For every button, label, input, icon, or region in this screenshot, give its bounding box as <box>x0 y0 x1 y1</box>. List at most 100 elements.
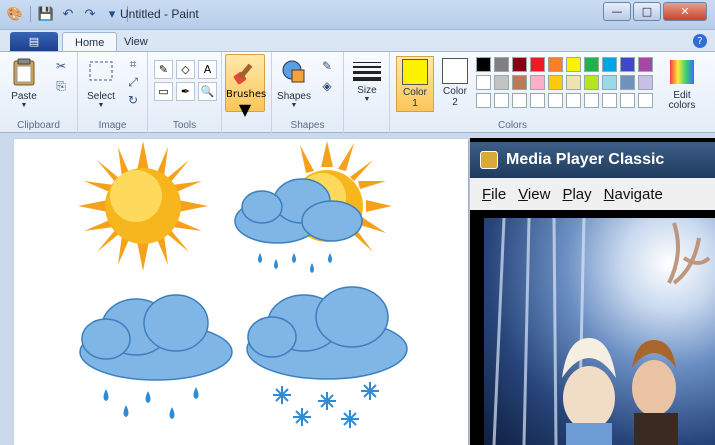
media-player-title: Media Player Classic <box>506 151 665 168</box>
palette-swatch[interactable] <box>638 75 653 90</box>
canvas-area: Media Player Classic File View Play Navi… <box>0 133 715 445</box>
crop-icon[interactable]: ⌗ <box>124 56 142 72</box>
undo-icon[interactable]: ↶ <box>59 5 77 23</box>
ribbon-tabs: ▤ Home View ? <box>0 30 715 52</box>
rain-cloud-icon <box>79 294 233 419</box>
select-label: Select <box>87 91 115 102</box>
shapes-label: Shapes <box>277 91 311 102</box>
palette-swatch[interactable] <box>494 57 509 72</box>
fill-icon[interactable]: ◇ <box>176 60 195 79</box>
palette-swatch[interactable] <box>584 57 599 72</box>
chevron-down-icon: ▼ <box>238 100 252 119</box>
tools-group: ✎ ◇ A ▭ ✒ 🔍 Tools <box>148 52 222 134</box>
palette-swatch[interactable] <box>512 75 527 90</box>
palette-swatch[interactable] <box>620 93 635 108</box>
palette-swatch[interactable] <box>566 75 581 90</box>
palette-swatch[interactable] <box>638 93 653 108</box>
palette-swatch[interactable] <box>620 57 635 72</box>
edit-colors-button[interactable]: Edit colors <box>664 56 700 111</box>
quick-access-toolbar: 🎨 💾 ↶ ↷ ▾ <box>6 5 130 23</box>
select-button[interactable]: Select ▼ <box>81 56 121 109</box>
customize-qat-icon[interactable]: ▾ <box>103 5 121 23</box>
tab-home[interactable]: Home <box>62 32 118 52</box>
clipboard-group-label: Clipboard <box>17 120 60 131</box>
eraser-icon[interactable]: ▭ <box>154 82 173 101</box>
edit-colors-icon <box>670 60 694 84</box>
color1-button[interactable]: Color 1 <box>396 56 434 112</box>
chevron-down-icon: ▼ <box>97 102 105 109</box>
paste-button[interactable]: Paste ▼ <box>4 56 44 109</box>
shapes-icon <box>282 60 305 83</box>
paint-menu-button[interactable]: ▤ <box>10 32 58 51</box>
colors-group: Color 1 Color 2 Edit colors Colors <box>390 52 715 134</box>
color1-number: 1 <box>412 98 418 109</box>
color2-button[interactable]: Color 2 <box>436 56 474 112</box>
palette-swatch[interactable] <box>548 75 563 90</box>
palette-swatch[interactable] <box>530 93 545 108</box>
palette-swatch[interactable] <box>494 93 509 108</box>
copy-icon[interactable]: ⎘ <box>52 78 70 94</box>
color1-swatch <box>402 59 428 85</box>
select-icon <box>89 61 113 81</box>
qat-separator <box>30 6 31 22</box>
palette-swatch[interactable] <box>602 75 617 90</box>
rotate-icon[interactable]: ↻ <box>124 92 142 108</box>
cut-icon[interactable]: ✂ <box>52 58 70 74</box>
maximize-button[interactable]: □ <box>633 2 661 21</box>
media-player-menu-bar: File View Play Navigate <box>470 178 715 210</box>
palette-swatch[interactable] <box>512 57 527 72</box>
tools-grid: ✎ ◇ A ▭ ✒ 🔍 <box>154 60 217 101</box>
palette-swatch[interactable] <box>584 93 599 108</box>
palette-swatch[interactable] <box>494 75 509 90</box>
pencil-icon[interactable]: ✎ <box>154 60 173 79</box>
resize-icon[interactable]: ⤢ <box>124 74 142 90</box>
close-button[interactable]: ✕ <box>663 2 707 21</box>
media-player-app-icon <box>480 151 498 169</box>
chevron-down-icon: ▼ <box>20 102 28 109</box>
color-picker-icon[interactable]: ✒ <box>176 82 195 101</box>
video-frame[interactable] <box>484 218 715 445</box>
paint-app-icon[interactable]: 🎨 <box>6 5 24 23</box>
redo-icon[interactable]: ↷ <box>81 5 99 23</box>
palette-swatch[interactable] <box>512 93 527 108</box>
ribbon: Paste ▼ ✂ ⎘ Clipboard Select ▼ ⌗ ⤢ ↻ Ima… <box>0 51 715 134</box>
minimize-button[interactable]: — <box>603 2 631 21</box>
palette-swatch[interactable] <box>476 57 491 72</box>
paint-window: 🎨 💾 ↶ ↷ ▾ Untitled - Paint — □ ✕ ▤ Home … <box>0 0 715 445</box>
palette-swatch[interactable] <box>602 93 617 108</box>
tools-group-label: Tools <box>172 120 197 131</box>
outline-icon[interactable]: ✎ <box>318 58 336 74</box>
palette-swatch[interactable] <box>638 57 653 72</box>
shapes-group: Shapes ▼ ✎ ◈ Shapes <box>272 52 344 134</box>
menu-view[interactable]: View <box>518 186 550 203</box>
fill-shape-icon[interactable]: ◈ <box>318 78 336 94</box>
snow-cloud-icon <box>246 286 408 428</box>
palette-swatch[interactable] <box>476 93 491 108</box>
window-title: Untitled - Paint <box>120 7 199 21</box>
palette-swatch[interactable] <box>602 57 617 72</box>
brushes-button[interactable]: Brushes ▼ <box>225 54 266 119</box>
color2-number: 2 <box>452 97 458 108</box>
palette-swatch[interactable] <box>566 93 581 108</box>
palette-swatch[interactable] <box>548 93 563 108</box>
palette-swatch[interactable] <box>620 75 635 90</box>
drawing-canvas[interactable] <box>14 139 468 445</box>
palette-swatch[interactable] <box>476 75 491 90</box>
help-icon[interactable]: ? <box>693 34 707 48</box>
tab-view[interactable]: View <box>112 32 160 52</box>
menu-file[interactable]: File <box>482 186 506 203</box>
palette-swatch[interactable] <box>530 75 545 90</box>
size-button[interactable]: Size ▼ <box>347 56 387 103</box>
palette-swatch[interactable] <box>566 57 581 72</box>
palette-swatch[interactable] <box>548 57 563 72</box>
text-icon[interactable]: A <box>198 60 217 79</box>
color-palette <box>476 57 653 108</box>
color2-swatch <box>442 58 468 84</box>
menu-play[interactable]: Play <box>562 186 591 203</box>
magnifier-icon[interactable]: 🔍 <box>198 82 217 101</box>
menu-navigate[interactable]: Navigate <box>604 186 663 203</box>
palette-swatch[interactable] <box>584 75 599 90</box>
palette-swatch[interactable] <box>530 57 545 72</box>
shapes-button[interactable]: Shapes ▼ <box>274 56 314 109</box>
save-icon[interactable]: 💾 <box>37 5 55 23</box>
